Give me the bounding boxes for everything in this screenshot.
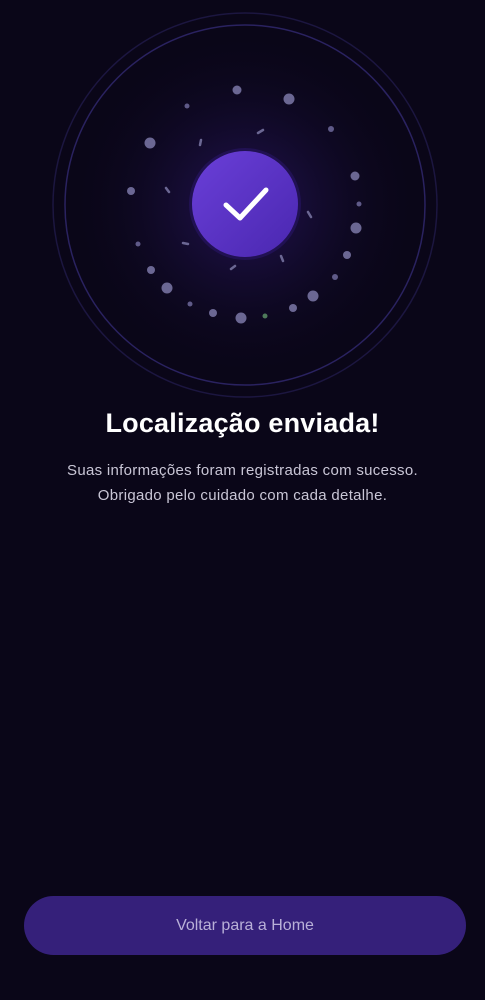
back-home-button[interactable]: Voltar para a Home — [24, 896, 466, 955]
confetti-illustration — [52, 12, 438, 398]
success-screen: Localização enviada! Suas informações fo… — [0, 0, 485, 1000]
success-message: Suas informações foram registradas com s… — [0, 458, 485, 508]
success-message-line-2: Obrigado pelo cuidado com cada detalhe. — [97, 487, 388, 504]
page-title: Localização enviada! — [105, 408, 380, 438]
check-circle — [192, 151, 298, 257]
success-illustration — [0, 0, 485, 400]
success-message-line-1: Suas informações foram registradas com s… — [67, 462, 418, 479]
